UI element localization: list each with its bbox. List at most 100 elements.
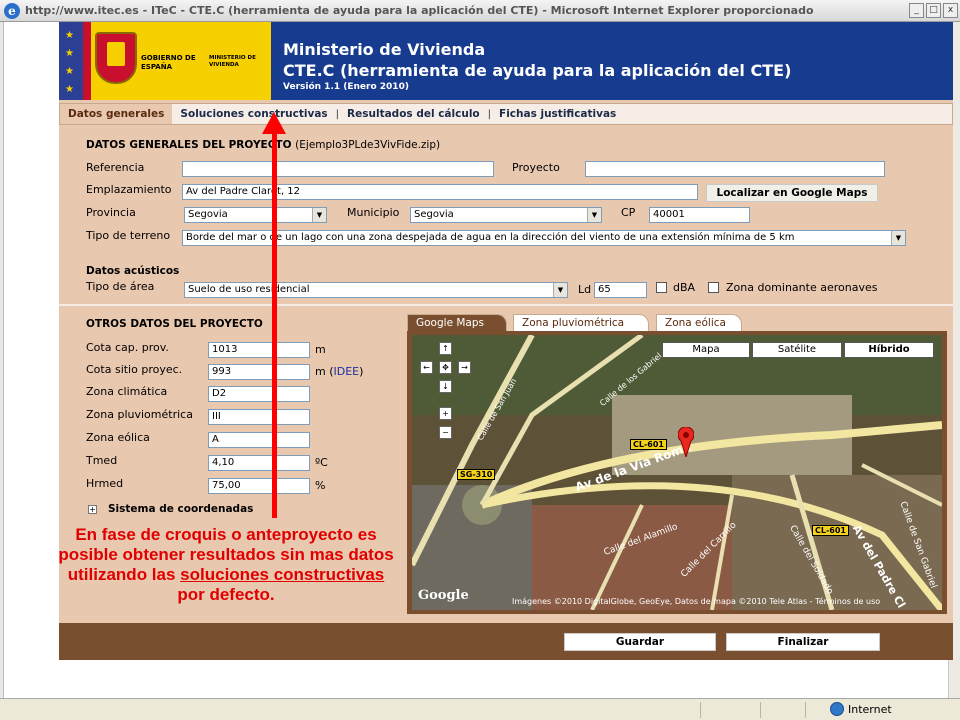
otros-datos-title: OTROS DATOS DEL PROYECTO [86,318,263,330]
provincia-select[interactable]: Segovia ▼ [184,207,327,223]
aeronaves-checkbox[interactable] [708,282,719,293]
tipo-area-select[interactable]: Suelo de uso residencial ▼ [184,282,568,298]
tipo-area-label: Tipo de área [86,280,155,293]
datos-generales-section: DATOS GENERALES DEL PROYECTO (Ejemplo3PL… [59,128,953,276]
unit-text: ) [359,365,364,378]
chevron-down-icon[interactable]: ▼ [553,283,567,297]
map-type-hibrido-button[interactable]: Híbrido [844,342,934,358]
referencia-input[interactable] [182,161,494,177]
zona-pluviometrica-input[interactable]: III [208,409,310,425]
pan-right-icon[interactable]: → [458,361,471,374]
municipio-select[interactable]: Segovia ▼ [410,207,602,223]
cota-cap-label: Cota cap. prov. [86,341,169,354]
globe-icon [830,702,844,716]
star-icon: ★ [65,48,74,59]
footer-bar: Guardar Finalizar [59,623,953,660]
unit-text: m ( [315,365,334,378]
annotation-line [272,120,277,518]
cp-input[interactable]: 40001 [649,207,750,223]
header-version: Versión 1.1 (Enero 2010) [283,82,409,92]
map-type-mapa-button[interactable]: Mapa [662,342,750,358]
window-titlebar: e http://www.itec.es - ITeC - CTE.C (her… [0,0,960,22]
map-pin-icon[interactable] [678,427,694,457]
security-zone: Internet [830,702,892,716]
ld-input[interactable]: 65 [594,282,647,298]
maximize-button[interactable]: □ [926,3,941,18]
cota-sitio-label: Cota sitio proyec. [86,363,183,376]
zoom-in-icon[interactable]: + [439,407,452,420]
gobierno-text: GOBIERNO DE ESPAÑA [141,54,196,71]
referencia-label: Referencia [86,161,145,174]
header-subtitle: CTE.C (herramienta de ayuda para la apli… [283,61,792,80]
zona-eolica-input[interactable]: A [208,432,310,448]
guardar-button[interactable]: Guardar [564,633,716,651]
zona-pluviometrica-label: Zona pluviométrica [86,408,193,421]
hrmed-label: Hrmed [86,477,124,490]
chevron-down-icon[interactable]: ▼ [587,208,601,222]
tab-zona-eolica[interactable]: Zona eólica [656,314,742,331]
tab-datos-generales[interactable]: Datos generales [60,104,173,124]
zona-eolica-label: Zona eólica [86,431,150,444]
idee-link[interactable]: IDEE [334,365,360,378]
satellite-map[interactable]: Calle de los Gabriel Calle de San Juan A… [412,335,942,610]
hrmed-input[interactable]: 75,00 [208,478,310,494]
proyecto-label: Proyecto [512,161,560,174]
emplazamiento-label: Emplazamiento [86,183,172,196]
cota-cap-unit: m [315,343,326,356]
sistema-coordenadas-label[interactable]: Sistema de coordenadas [108,503,253,515]
road-shield: CL-601 [630,439,667,450]
star-icon: ★ [65,66,74,77]
pan-up-icon[interactable]: ↑ [439,342,452,355]
annotation-link: soluciones constructivas [180,565,385,584]
datos-acusticos-title: Datos acústicos [86,265,180,277]
map-copyright: Imágenes ©2010 DigitalGlobe, GeoEye, Dat… [512,597,881,606]
localizar-google-maps-button[interactable]: Localizar en Google Maps [706,184,878,202]
cota-sitio-input[interactable]: 993 [208,364,310,380]
expand-plus-icon[interactable]: + [88,505,97,514]
section-heading: DATOS GENERALES DEL PROYECTO [86,139,292,151]
gobierno-logo: ★ ★ ★ ★ GOBIERNO DE ESPAÑA MINISTERIO DE… [59,22,271,100]
tab-google-maps[interactable]: Google Maps [407,314,507,331]
ie-icon: e [4,2,20,19]
terreno-label: Tipo de terreno [86,229,171,242]
municipio-label: Municipio [347,206,400,219]
provincia-label: Provincia [86,206,136,219]
window-left-edge [0,22,4,698]
tmed-input[interactable]: 4,10 [208,455,310,471]
chevron-down-icon[interactable]: ▼ [312,208,326,222]
tab-fichas-justificativas[interactable]: Fichas justificativas [491,104,624,124]
map-type-satelite-button[interactable]: Satélite [752,342,842,358]
hrmed-unit: % [315,479,326,492]
zona-climatica-input[interactable]: D2 [208,386,310,402]
zoom-out-icon[interactable]: − [439,426,452,439]
tipo-area-value: Suelo de uso residencial [188,284,310,295]
tab-resultados-calculo[interactable]: Resultados del cálculo [339,104,488,124]
coat-of-arms-icon [95,32,137,84]
dba-checkbox[interactable] [656,282,667,293]
emplazamiento-input[interactable]: Av del Padre Claret, 12 [182,184,698,200]
window-controls: _ □ x [909,3,958,18]
terreno-select[interactable]: Borde del mar o de un lago con una zona … [182,230,906,246]
close-button[interactable]: x [943,3,958,18]
pan-center-icon[interactable]: ✥ [439,361,452,374]
proyecto-input[interactable] [585,161,885,177]
pan-left-icon[interactable]: ← [420,361,433,374]
pan-down-icon[interactable]: ↓ [439,380,452,393]
ld-label: Ld [578,283,592,296]
annotation-text: En fase de croquis o anteproyecto es pos… [56,525,396,605]
cota-cap-input[interactable]: 1013 [208,342,310,358]
tab-soluciones-constructivas[interactable]: Soluciones constructivas [172,104,335,124]
chevron-down-icon[interactable]: ▼ [891,231,905,245]
header-banner: ★ ★ ★ ★ GOBIERNO DE ESPAÑA MINISTERIO DE… [59,22,953,100]
zone-label: Internet [848,702,892,716]
road-shield: SG-310 [457,469,496,480]
status-cell [805,702,806,718]
finalizar-button[interactable]: Finalizar [726,633,880,651]
flag-stripe [83,22,91,100]
status-cell [760,702,761,718]
eu-flag: ★ ★ ★ ★ [59,22,83,100]
tab-zona-pluviometrica[interactable]: Zona pluviométrica [513,314,649,331]
cp-label: CP [621,206,636,219]
terreno-value: Borde del mar o de un lago con una zona … [186,232,795,243]
minimize-button[interactable]: _ [909,3,924,18]
